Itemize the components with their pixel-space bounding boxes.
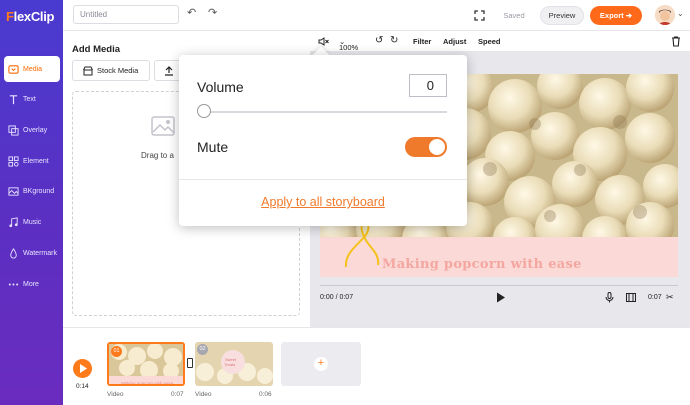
- clip-duration-label: 0:06: [259, 391, 272, 398]
- drop-text: Drag to a: [141, 151, 174, 160]
- music-icon: [9, 216, 18, 227]
- image-placeholder-icon: [151, 116, 175, 136]
- text-icon: [9, 94, 18, 104]
- sidebar-item-label: Overlay: [23, 126, 48, 134]
- caption-banner: Making popcorn with ease: [320, 221, 678, 277]
- play-icon[interactable]: [496, 292, 506, 303]
- sidebar-item-label: Media: [23, 65, 43, 73]
- mute-toggle[interactable]: [405, 137, 447, 157]
- panel-title: Add Media: [72, 44, 121, 55]
- microphone-icon[interactable]: [605, 292, 614, 303]
- zoom-select[interactable]: 100% ⌄: [339, 37, 358, 52]
- chevron-down-icon[interactable]: ⌄: [677, 9, 684, 18]
- clip-type-label: Video: [195, 391, 212, 398]
- plus-icon: +: [314, 357, 328, 371]
- background-icon: [8, 186, 19, 196]
- volume-input[interactable]: 0: [409, 74, 447, 97]
- divider: [179, 179, 467, 180]
- arrow-right-icon: ➔: [625, 11, 633, 20]
- clip-number-badge: 01: [111, 346, 122, 357]
- storyboard-timeline: 0:14 Making popcorn with ease 01 Sweet Tr…: [63, 327, 690, 405]
- edit-toolbar: 100% ⌄ ↺ ↻ Filter Adjust Speed: [310, 31, 690, 52]
- time-display: 0:00 / 0:07: [320, 294, 354, 301]
- sidebar: FlexClip Media Text Overlay Element BKgr…: [0, 0, 63, 405]
- flexclip-logo[interactable]: FlexClip: [6, 9, 54, 24]
- rotate-left-icon[interactable]: ↺: [375, 35, 383, 46]
- progress-track[interactable]: [320, 285, 678, 286]
- volume-slider[interactable]: [203, 111, 447, 113]
- duration-display: 0:07: [648, 294, 662, 301]
- transition-handle[interactable]: [187, 358, 193, 368]
- element-icon: [8, 155, 19, 167]
- redo-icon[interactable]: ↷: [208, 6, 217, 19]
- overlay-icon: [8, 124, 19, 136]
- volume-popup: Volume 0 Mute Apply to all storyboard: [179, 55, 467, 226]
- saved-status: Saved: [503, 11, 525, 20]
- scissors-icon[interactable]: ✂: [666, 292, 674, 303]
- zoom-value: 100%: [339, 43, 359, 52]
- storyboard-clip[interactable]: Making popcorn with ease 01: [107, 342, 185, 386]
- upload-icon: [165, 65, 173, 76]
- mute-label: Mute: [197, 139, 229, 155]
- speed-button[interactable]: Speed: [478, 37, 501, 46]
- sidebar-item-music[interactable]: Music: [4, 209, 60, 235]
- volume-slider-knob[interactable]: [197, 104, 211, 118]
- fullscreen-icon[interactable]: [474, 10, 485, 21]
- toggle-knob: [429, 139, 445, 155]
- media-icon: [8, 64, 19, 74]
- undo-icon[interactable]: ↶: [187, 6, 196, 19]
- storyboard-clip[interactable]: Sweet Treats 02: [195, 342, 273, 386]
- export-button[interactable]: Export ➔: [590, 6, 642, 25]
- sidebar-item-label: Element: [23, 157, 49, 165]
- store-icon: [83, 66, 93, 75]
- stock-media-label: Stock Media: [97, 66, 139, 75]
- sidebar-item-element[interactable]: Element: [4, 148, 60, 174]
- sidebar-item-label: BKground: [23, 187, 55, 195]
- sidebar-item-more[interactable]: More: [4, 271, 60, 297]
- video-caption[interactable]: Making popcorn with ease: [382, 257, 582, 272]
- svg-text:Making popcorn with ease: Making popcorn with ease: [121, 381, 174, 386]
- watermark-icon: [10, 247, 17, 258]
- sidebar-item-text[interactable]: Text: [4, 86, 60, 112]
- sidebar-item-label: Watermark: [23, 249, 57, 257]
- export-label: Export: [599, 11, 624, 20]
- aspect-ratio-icon[interactable]: [626, 293, 636, 302]
- stock-media-button[interactable]: Stock Media: [72, 60, 150, 81]
- mute-speaker-icon[interactable]: [318, 36, 329, 47]
- clip-duration-label: 0:07: [171, 391, 184, 398]
- rotate-right-icon[interactable]: ↻: [390, 35, 398, 46]
- sidebar-item-overlay[interactable]: Overlay: [4, 117, 60, 143]
- clip-type-label: Video: [107, 391, 124, 398]
- sidebar-item-label: Music: [23, 218, 42, 226]
- svg-text:Treats: Treats: [224, 362, 235, 367]
- volume-label: Volume: [197, 79, 244, 95]
- more-icon: [8, 282, 19, 286]
- filter-button[interactable]: Filter: [413, 37, 431, 46]
- sidebar-item-bkground[interactable]: BKground: [4, 178, 60, 204]
- sidebar-item-media[interactable]: Media: [4, 56, 60, 82]
- trash-icon[interactable]: [671, 36, 681, 47]
- sidebar-item-label: Text: [23, 95, 36, 103]
- apply-to-all-link[interactable]: Apply to all storyboard: [179, 195, 467, 209]
- play-icon: [80, 364, 87, 373]
- adjust-button[interactable]: Adjust: [443, 37, 466, 46]
- top-bar: Untitled ↶ ↷ Saved Preview Export ➔ ⌄: [63, 0, 690, 31]
- clip-number-badge: 02: [197, 344, 208, 355]
- preview-button[interactable]: Preview: [540, 6, 584, 25]
- avatar[interactable]: [655, 5, 675, 25]
- timeline-play-button[interactable]: [73, 359, 92, 378]
- add-clip-button[interactable]: +: [281, 342, 361, 386]
- timeline-time: 0:14: [76, 383, 89, 390]
- sidebar-item-label: More: [23, 280, 39, 288]
- sidebar-item-watermark[interactable]: Watermark: [4, 240, 60, 266]
- project-title-input[interactable]: Untitled: [73, 5, 179, 24]
